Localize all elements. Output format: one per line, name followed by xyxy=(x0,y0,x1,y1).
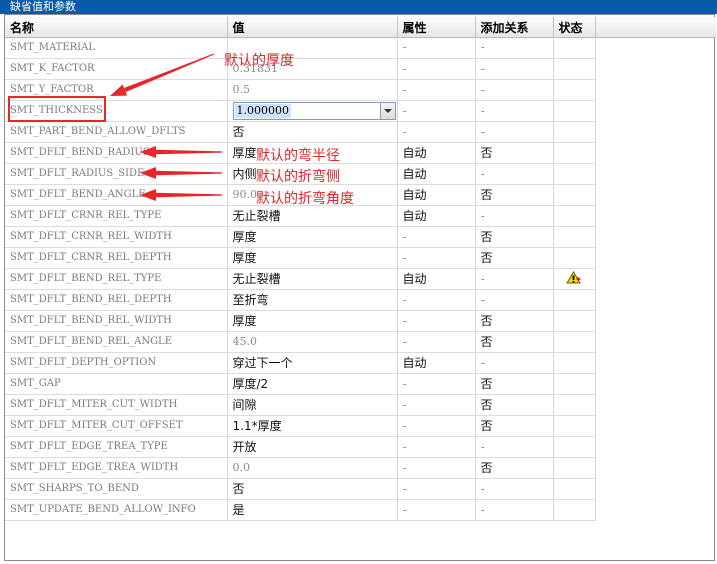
annotation-radius-side: 默认的折弯侧 xyxy=(256,169,340,185)
arrow-bend-radius xyxy=(140,146,222,158)
arrow-thickness xyxy=(110,53,215,96)
arrow-bend-angle xyxy=(140,189,222,201)
annotation-arrows xyxy=(110,53,222,201)
annotation-bend-radius: 默认的弯半径 xyxy=(256,148,340,164)
annotation-thickness: 默认的厚度 xyxy=(224,53,294,69)
arrow-radius-side xyxy=(140,167,222,179)
annotation-bend-angle: 默认的折弯角度 xyxy=(256,191,354,207)
